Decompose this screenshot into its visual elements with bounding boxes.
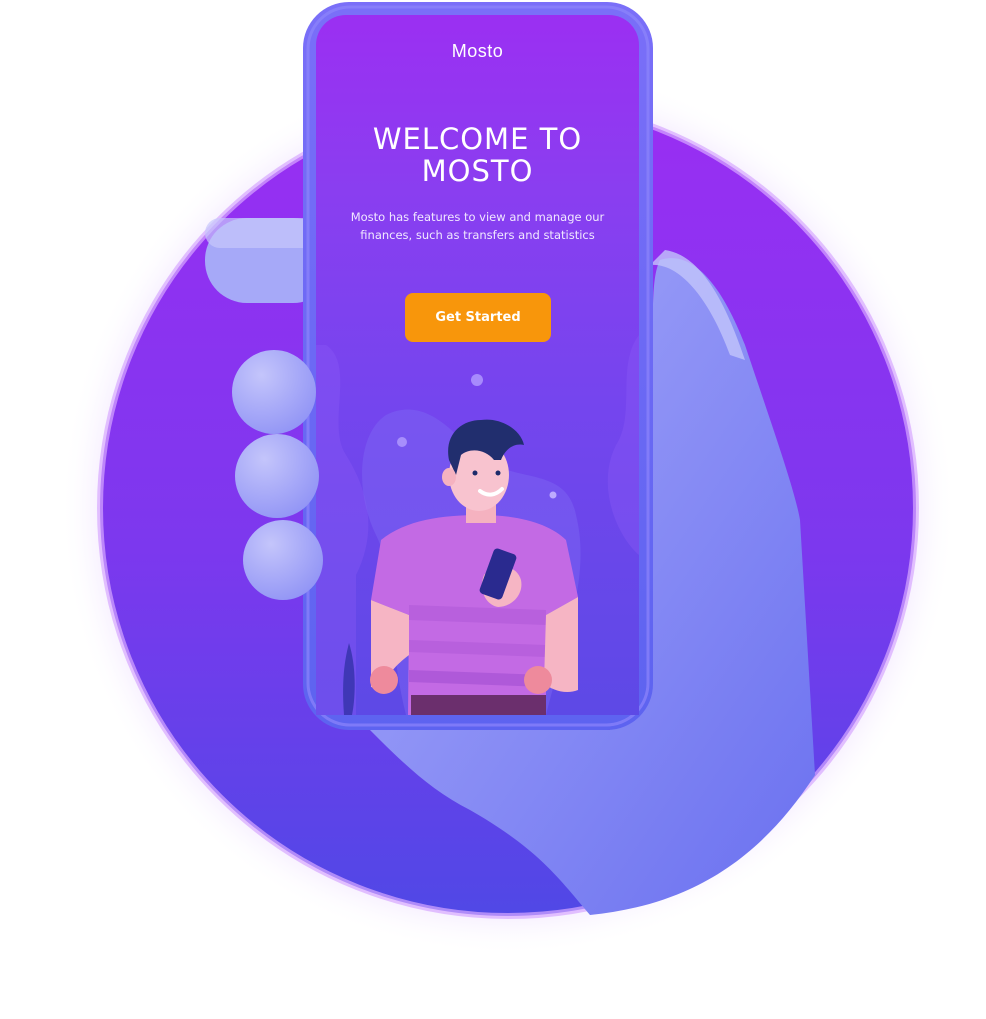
- get-started-button[interactable]: Get Started: [405, 293, 551, 342]
- headline-line-1: WELCOME TO: [372, 122, 583, 156]
- headline-line-2: MOSTO: [421, 154, 534, 188]
- welcome-headline: WELCOME TO MOSTO: [316, 123, 639, 187]
- app-name: Mosto: [451, 41, 504, 61]
- welcome-description: Mosto has features to view and manage ou…: [350, 210, 605, 242]
- person-holding-phone-illustration: [316, 335, 639, 715]
- phone-screen: Mosto WELCOME TO MOSTO Mosto has feature…: [316, 15, 639, 715]
